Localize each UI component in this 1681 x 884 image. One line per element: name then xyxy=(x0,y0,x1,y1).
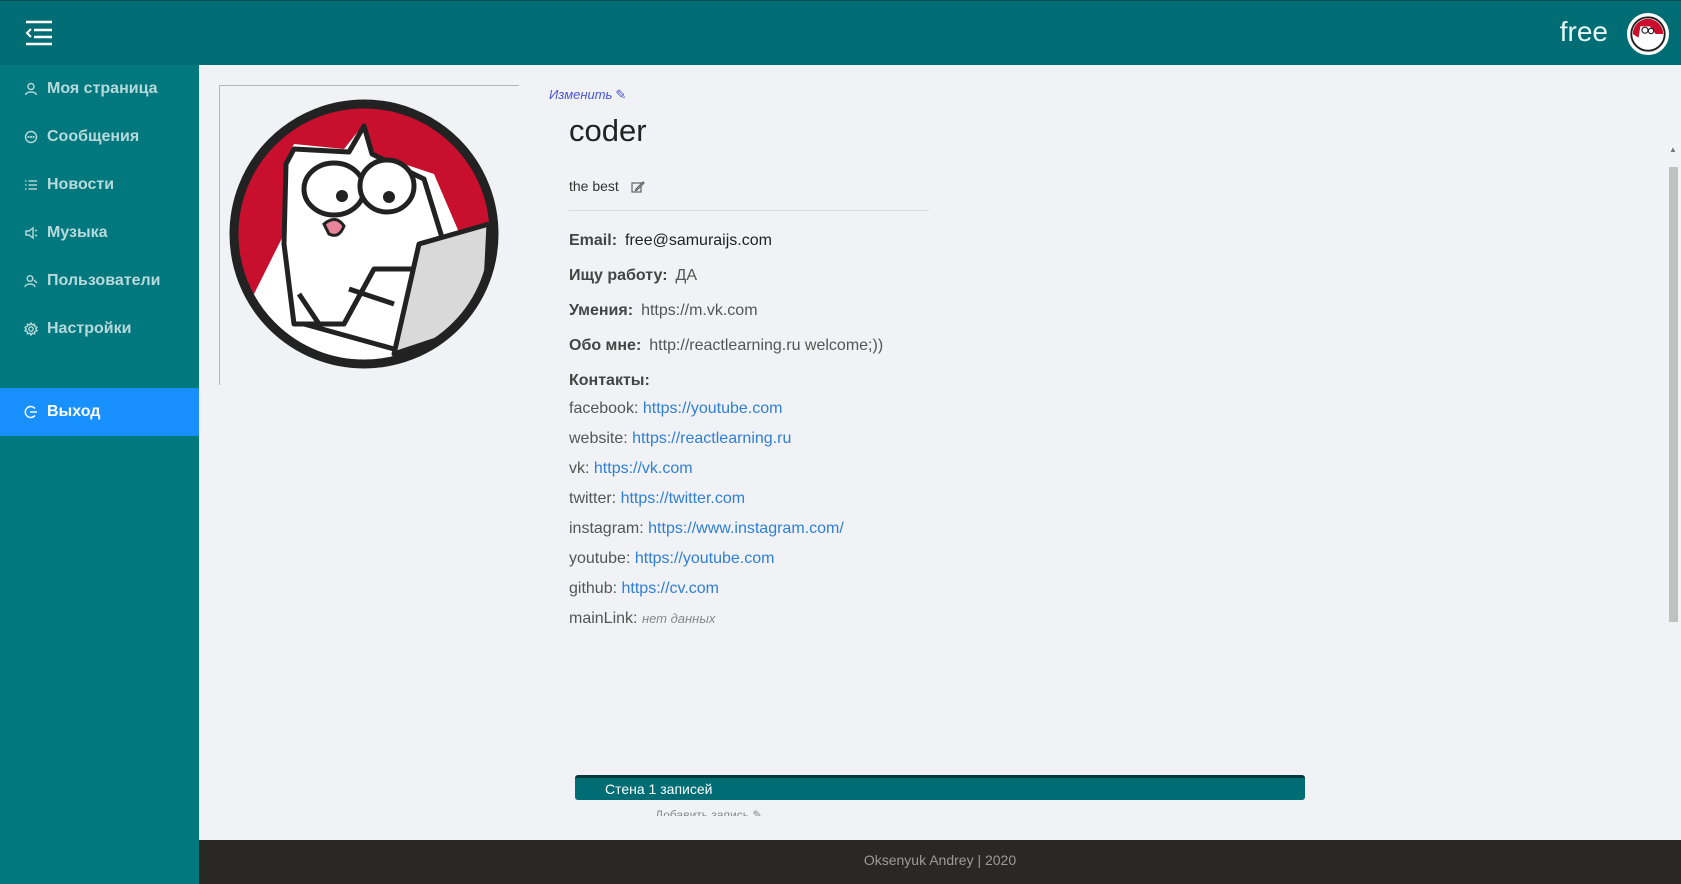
contact-item: twitter: https://twitter.com xyxy=(569,484,883,514)
main-link-label: mainLink: xyxy=(569,610,638,627)
email-label: Email: xyxy=(569,232,618,249)
about-row: Обо мне: http://reactlearning.ru welcome;… xyxy=(569,328,883,363)
sidebar-item-news[interactable]: Новости xyxy=(0,161,199,209)
scroll-up-icon[interactable]: ▲ xyxy=(1669,145,1677,154)
status-text: the best xyxy=(569,178,619,194)
edit-status-icon[interactable] xyxy=(631,180,645,193)
job-value: ДА xyxy=(675,267,698,284)
sidebar-item-logout[interactable]: Выход xyxy=(0,388,199,436)
profile-info: Email: free@samuraijs.com Ищу работу: ДА У… xyxy=(569,223,883,634)
add-post-link[interactable]: Добавить запись ✎ xyxy=(655,807,762,816)
contact-name: facebook: xyxy=(569,400,639,417)
sidebar-item-messages[interactable]: Сообщения xyxy=(0,113,199,161)
sidebar-item-label: Сообщения xyxy=(47,128,140,145)
gear-icon xyxy=(23,321,39,337)
logout-icon xyxy=(24,405,38,419)
contact-item: youtube: https://youtube.com xyxy=(569,544,883,574)
divider xyxy=(569,210,929,211)
contact-link[interactable]: https://vk.com xyxy=(594,460,693,477)
sidebar-item-settings[interactable]: Настройки xyxy=(0,305,199,353)
contact-link[interactable]: https://cv.com xyxy=(622,580,720,597)
header: free xyxy=(0,0,1681,65)
message-icon xyxy=(24,130,38,144)
edit-icon: ✎ xyxy=(615,87,627,102)
skills-label: Умения: xyxy=(569,302,634,319)
email-row: Email: free@samuraijs.com xyxy=(569,223,883,258)
profile-avatar xyxy=(219,85,519,385)
contact-name: github: xyxy=(569,580,618,597)
contact-link[interactable]: https://twitter.com xyxy=(621,490,745,507)
contact-link[interactable]: https://reactlearning.ru xyxy=(632,430,791,447)
email-value: free@samuraijs.com xyxy=(625,232,772,249)
contact-link[interactable]: https://youtube.com xyxy=(643,400,783,417)
sidebar-item-label: Моя страница xyxy=(47,80,158,97)
sidebar-item-profile[interactable]: Моя страница xyxy=(0,65,199,113)
contact-item: website: https://reactlearning.ru xyxy=(569,424,883,454)
contact-link[interactable]: https://youtube.com xyxy=(635,550,775,567)
contact-name: twitter: xyxy=(569,490,617,507)
wall-header: Стена 1 записей xyxy=(575,775,1305,800)
job-row: Ищу работу: ДА xyxy=(569,258,883,293)
footer: Oksenyuk Andrey | 2020 xyxy=(199,840,1681,884)
main-link-item: mainLink: нет данных xyxy=(569,604,883,634)
about-value: http://reactlearning.ru welcome;)) xyxy=(649,337,884,354)
sidebar-item-users[interactable]: Пользователи xyxy=(0,257,199,305)
profile-name: coder xyxy=(569,113,647,148)
contact-item: vk: https://vk.com xyxy=(569,454,883,484)
contact-name: youtube: xyxy=(569,550,631,567)
nav-list: Моя страница Сообщения Новости Музыка По… xyxy=(0,65,199,353)
sidebar-item-label: Пользователи xyxy=(47,272,161,289)
contact-link[interactable]: https://www.instagram.com/ xyxy=(648,520,844,537)
job-label: Ищу работу: xyxy=(569,267,668,284)
contact-name: vk: xyxy=(569,460,590,477)
profile-content: Изменить ✎ coder the best Email: free@samu… xyxy=(199,65,1681,884)
edit-profile-link[interactable]: Изменить ✎ xyxy=(549,87,626,103)
users-icon xyxy=(24,274,38,288)
sidebar-item-label: Настройки xyxy=(47,320,132,337)
skills-value: https://m.vk.com xyxy=(641,302,758,319)
contact-name: instagram: xyxy=(569,520,644,537)
profile-status[interactable]: the best xyxy=(569,178,645,194)
sidebar-item-label: Выход xyxy=(47,403,101,420)
sidebar-item-music[interactable]: Музыка xyxy=(0,209,199,257)
menu-fold-icon[interactable] xyxy=(24,19,54,47)
sidebar: Моя страница Сообщения Новости Музыка По… xyxy=(0,65,199,884)
contact-item: instagram: https://www.instagram.com/ xyxy=(569,514,883,544)
contact-name: website: xyxy=(569,430,628,447)
header-avatar[interactable] xyxy=(1627,13,1669,55)
user-icon xyxy=(24,82,38,96)
edit-profile-label: Изменить xyxy=(549,87,613,102)
about-label: Обо мне: xyxy=(569,337,642,354)
main-link-value: нет данных xyxy=(641,611,716,626)
header-login: free xyxy=(1559,16,1608,47)
scrollbar[interactable]: ▲ ▼ xyxy=(1665,145,1681,884)
sound-icon xyxy=(24,226,38,240)
scroll-thumb[interactable] xyxy=(1669,167,1678,622)
contacts-heading-row: Контакты: xyxy=(569,363,883,398)
contacts-list: facebook: https://youtube.com website: h… xyxy=(569,394,883,634)
list-icon xyxy=(24,178,38,192)
contacts-heading: Контакты: xyxy=(569,372,650,389)
skills-row: Умения: https://m.vk.com xyxy=(569,293,883,328)
contact-item: facebook: https://youtube.com xyxy=(569,394,883,424)
sidebar-item-label: Музыка xyxy=(47,224,108,241)
sidebar-item-label: Новости xyxy=(47,176,115,193)
contact-item: github: https://cv.com xyxy=(569,574,883,604)
